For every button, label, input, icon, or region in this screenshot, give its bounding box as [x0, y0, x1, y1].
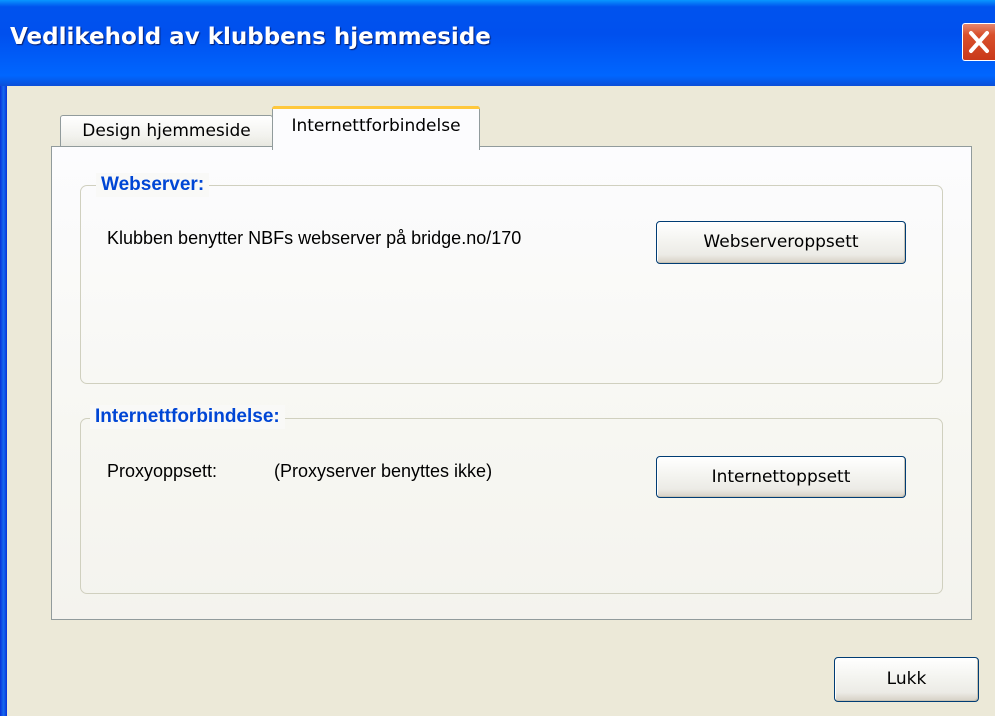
webserver-groupbox: Webserver: Klubben benytter NBFs webserv…	[80, 173, 943, 384]
dialog-window: Vedlikehold av klubbens hjemmeside Desig…	[0, 0, 995, 716]
tab-internettforbindelse[interactable]: Internettforbindelse	[272, 106, 480, 150]
proxy-label: Proxyoppsett:	[107, 461, 218, 481]
internettoppsett-button[interactable]: Internettoppsett	[656, 456, 906, 498]
tab-label: Design hjemmeside	[82, 121, 251, 141]
tab-label: Internettforbindelse	[291, 116, 461, 136]
internettforbindelse-group-title: Internettforbindelse:	[90, 405, 285, 429]
proxy-value: (Proxyserver benyttes ikke)	[274, 461, 493, 481]
tab-design-hjemmeside[interactable]: Design hjemmeside	[60, 115, 273, 148]
close-icon	[969, 31, 989, 53]
webserveroppsett-button[interactable]: Webserveroppsett	[656, 221, 906, 264]
webserver-info-text: Klubben benytter NBFs webserver på bridg…	[107, 228, 522, 248]
dialog-client-area: Design hjemmeside Internettforbindelse W…	[7, 86, 995, 716]
title-bar[interactable]: Vedlikehold av klubbens hjemmeside	[0, 0, 995, 86]
tab-page-internettforbindelse: Webserver: Klubben benytter NBFs webserv…	[51, 146, 972, 620]
webserver-group-title: Webserver:	[96, 173, 210, 197]
lukk-button[interactable]: Lukk	[834, 657, 979, 702]
window-border	[0, 86, 7, 716]
close-button[interactable]	[962, 23, 995, 61]
window-title: Vedlikehold av klubbens hjemmeside	[10, 24, 491, 50]
internettforbindelse-groupbox: Internettforbindelse: Proxyoppsett: (Pro…	[80, 405, 943, 594]
